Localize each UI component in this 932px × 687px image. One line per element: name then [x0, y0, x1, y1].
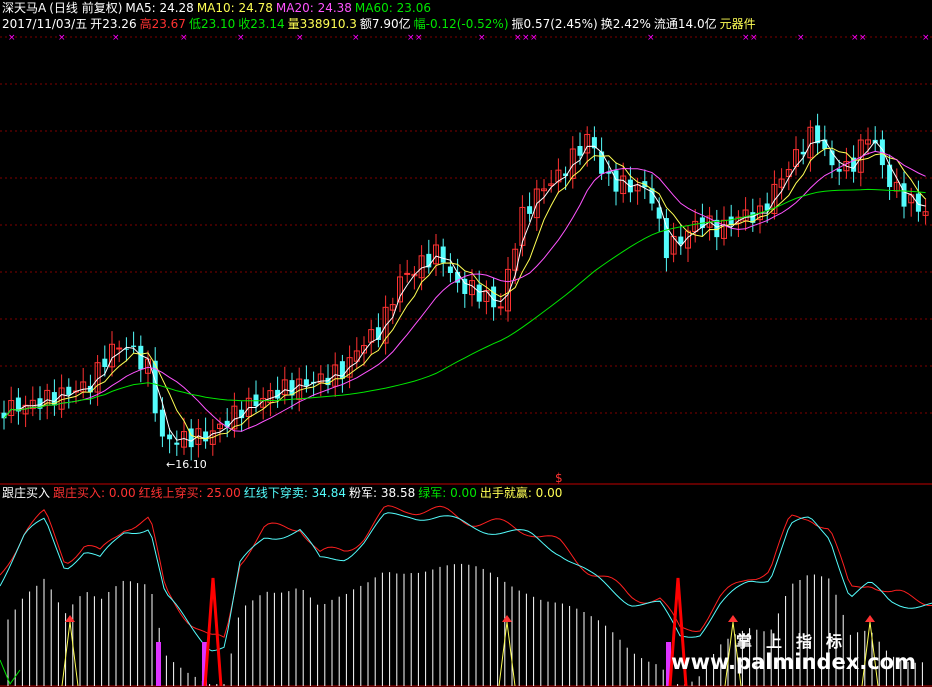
candle-body-down — [447, 266, 453, 273]
candle-body-down — [303, 379, 309, 386]
candle-body-down — [440, 246, 446, 263]
cross-marker: × — [514, 33, 522, 43]
cross-marker: × — [58, 33, 66, 43]
yellow-signal — [61, 621, 79, 687]
cross-marker: × — [851, 33, 859, 43]
cross-marker: × — [352, 33, 360, 43]
up-arrow-icon — [728, 615, 738, 622]
magenta-signal-bar — [156, 642, 161, 686]
ma20-value: MA20: 24.38 — [275, 1, 352, 15]
change: 幅-0.12(-0.52%) — [413, 17, 509, 31]
candle-body-down — [102, 358, 108, 368]
cross-marker: × — [415, 33, 423, 43]
cross-marker: × — [8, 33, 16, 43]
candle-body-down — [815, 125, 821, 144]
candle-body-down — [203, 431, 209, 442]
cross-marker: × — [647, 33, 655, 43]
green-line — [0, 659, 21, 686]
candle-body-down — [663, 218, 669, 259]
red-spike — [203, 577, 223, 687]
high-price: 高23.67 — [139, 17, 186, 31]
chart-canvas[interactable]: × × × × × × × × × × × × × × × × × × × × ←16.10 $ — [0, 0, 932, 687]
candle-body-down — [822, 139, 828, 150]
panel-divider-marker: $ — [555, 471, 563, 485]
stock-name[interactable]: 深天马A — [2, 1, 46, 15]
candle-body-down — [678, 236, 684, 245]
candle-body-down — [527, 206, 533, 214]
candlesticks[interactable] — [1, 113, 929, 461]
amount: 额7.90亿 — [359, 17, 411, 31]
float-shares: 流通14.0亿 — [653, 17, 717, 31]
ma60-value: MA60: 23.06 — [354, 1, 431, 15]
open-price: 开23.26 — [90, 17, 137, 31]
indicator-pink: 粉军: 38.58 — [349, 486, 416, 500]
watermark-url: www.palmindex.com — [671, 650, 916, 674]
quote-header-row: 2017/11/03/五 开23.26 高23.67 低23.10 收23.14 量338… — [2, 17, 759, 31]
red-oscillator-line — [0, 505, 932, 638]
cross-marker: × — [859, 33, 867, 43]
cross-marker: × — [522, 33, 530, 43]
candle-body-up — [404, 272, 411, 275]
indicator-green: 绿军: 0.00 — [418, 486, 477, 500]
low-price: 低23.10 — [188, 17, 236, 31]
candle-body-down — [476, 284, 482, 302]
cross-marker: × — [742, 33, 750, 43]
candle-body-down — [613, 170, 619, 192]
price-header-row: 深天马A (日线 前复权) MA5: 24.28 MA10: 24.78 MA20: 2… — [2, 1, 434, 15]
candle-body-up — [116, 347, 123, 350]
candle-body-down — [577, 145, 583, 156]
amplitude: 振0.57(2.45%) — [511, 17, 598, 31]
ma10-value: MA10: 24.78 — [196, 1, 273, 15]
cross-marker: × — [797, 33, 805, 43]
signal-cross-markers: × × × × × × × × × × × × × × × × × × × × — [8, 33, 930, 43]
cross-marker: × — [296, 33, 304, 43]
ma5-value: MA5: 24.28 — [125, 1, 194, 15]
cross-marker: × — [922, 33, 930, 43]
cross-marker: × — [750, 33, 758, 43]
candle-body-down — [131, 345, 137, 347]
candle-body-down — [174, 442, 180, 445]
indicator-red-cross-down: 红线下穿卖: 34.84 — [243, 486, 347, 500]
quote-date: 2017/11/03/五 — [2, 17, 88, 31]
indicator-name[interactable]: 跟庄买入 — [2, 486, 50, 500]
indicator-follow-buy: 跟庄买入: 0.00 — [53, 486, 136, 500]
low-price-annotation: ←16.10 — [166, 458, 207, 471]
cross-marker: × — [180, 33, 188, 43]
cross-marker: × — [112, 33, 120, 43]
yellow-signal — [498, 621, 516, 687]
candle-body-down — [901, 183, 907, 207]
up-arrow-icon — [502, 615, 512, 622]
up-arrow-icon — [65, 615, 75, 622]
candle-body-up — [497, 306, 504, 309]
up-arrow-icon — [865, 615, 875, 622]
candle-body-down — [66, 386, 72, 395]
cross-marker: × — [407, 33, 415, 43]
candle-body-down — [138, 345, 144, 370]
sector[interactable]: 元器件 — [720, 17, 756, 31]
candle-body-down — [728, 216, 734, 225]
cross-marker: × — [237, 33, 245, 43]
turnover: 换2.42% — [600, 17, 651, 31]
cross-marker: × — [530, 33, 538, 43]
indicator-win: 出手就赢: 0.00 — [479, 486, 563, 500]
candle-body-down — [159, 409, 165, 437]
candle-body-down — [836, 168, 842, 172]
indicator-red-cross-up: 红线上穿买: 25.00 — [138, 486, 241, 500]
cross-marker: × — [478, 33, 486, 43]
period-label: (日线 前复权) — [49, 1, 123, 15]
volume: 量338910.3 — [287, 17, 357, 31]
candle-body-down — [167, 434, 173, 440]
watermark-cn: 掌上指标 — [735, 632, 856, 651]
close-price: 收23.14 — [238, 17, 285, 31]
indicator-header-row: 跟庄买入 跟庄买入: 0.00 红线上穿买: 25.00 红线下穿卖: 34.84 粉军… — [2, 486, 565, 500]
